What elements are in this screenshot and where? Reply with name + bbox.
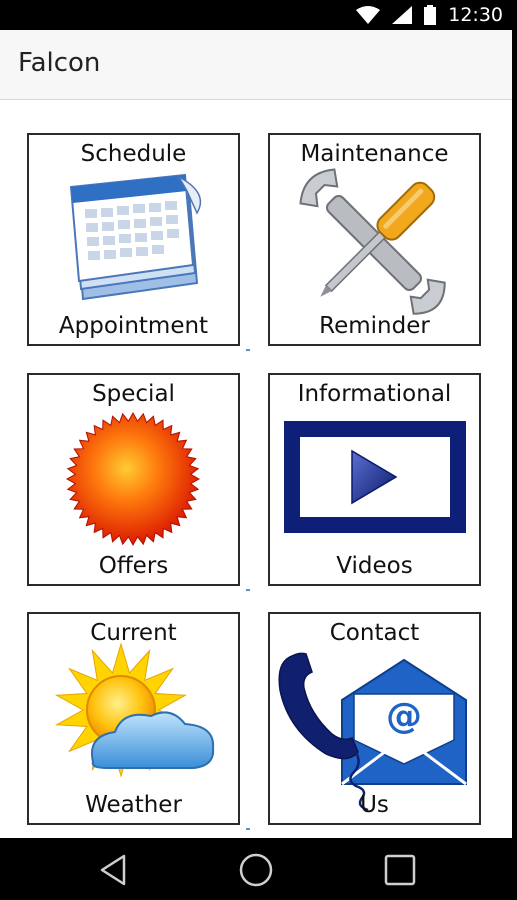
maintenance-reminder-tile[interactable]: Maintenance Reminder: [268, 133, 481, 346]
menu-grid: Schedule Appointment Maintenance Reminde…: [0, 100, 512, 838]
tile-label-top: Contact: [329, 620, 420, 646]
status-time: 12:30: [448, 4, 503, 26]
tile-label-bottom: Reminder: [319, 313, 430, 339]
tile-label-bottom: Offers: [98, 553, 169, 579]
tile-label-top: Current: [90, 620, 177, 646]
app-bar: Falcon: [0, 30, 512, 100]
status-bar: 12:30: [0, 0, 517, 30]
screen-edge: [512, 30, 517, 838]
recent-apps-icon[interactable]: [382, 852, 418, 888]
tile-label-bottom: Videos: [336, 553, 413, 579]
divider-mark: [246, 349, 250, 351]
divider-mark: [246, 828, 250, 830]
tile-label-top: Informational: [297, 381, 452, 407]
informational-videos-tile[interactable]: Informational Videos: [268, 373, 481, 586]
navigation-bar: [0, 838, 517, 900]
tile-label-bottom: Appointment: [58, 313, 209, 339]
tile-label-top: Special: [92, 381, 175, 407]
svg-text:@: @: [386, 696, 422, 737]
tile-label-top: Maintenance: [300, 141, 449, 167]
tile-label-bottom: Weather: [85, 792, 182, 818]
tile-label-top: Schedule: [80, 141, 187, 167]
app-title: Falcon: [18, 48, 101, 78]
divider-mark: [246, 589, 250, 591]
schedule-appointment-tile[interactable]: Schedule Appointment: [27, 133, 240, 346]
battery-icon: [424, 5, 437, 25]
tile-label-bottom: Us: [360, 792, 389, 818]
special-offers-tile[interactable]: Special Offers: [27, 373, 240, 586]
back-icon[interactable]: [96, 852, 132, 888]
signal-icon: [392, 6, 413, 24]
contact-us-tile[interactable]: @ Contact Us: [268, 612, 481, 825]
current-weather-tile[interactable]: Current Weather: [27, 612, 240, 825]
wifi-icon: [356, 6, 381, 24]
home-icon[interactable]: [238, 852, 274, 888]
